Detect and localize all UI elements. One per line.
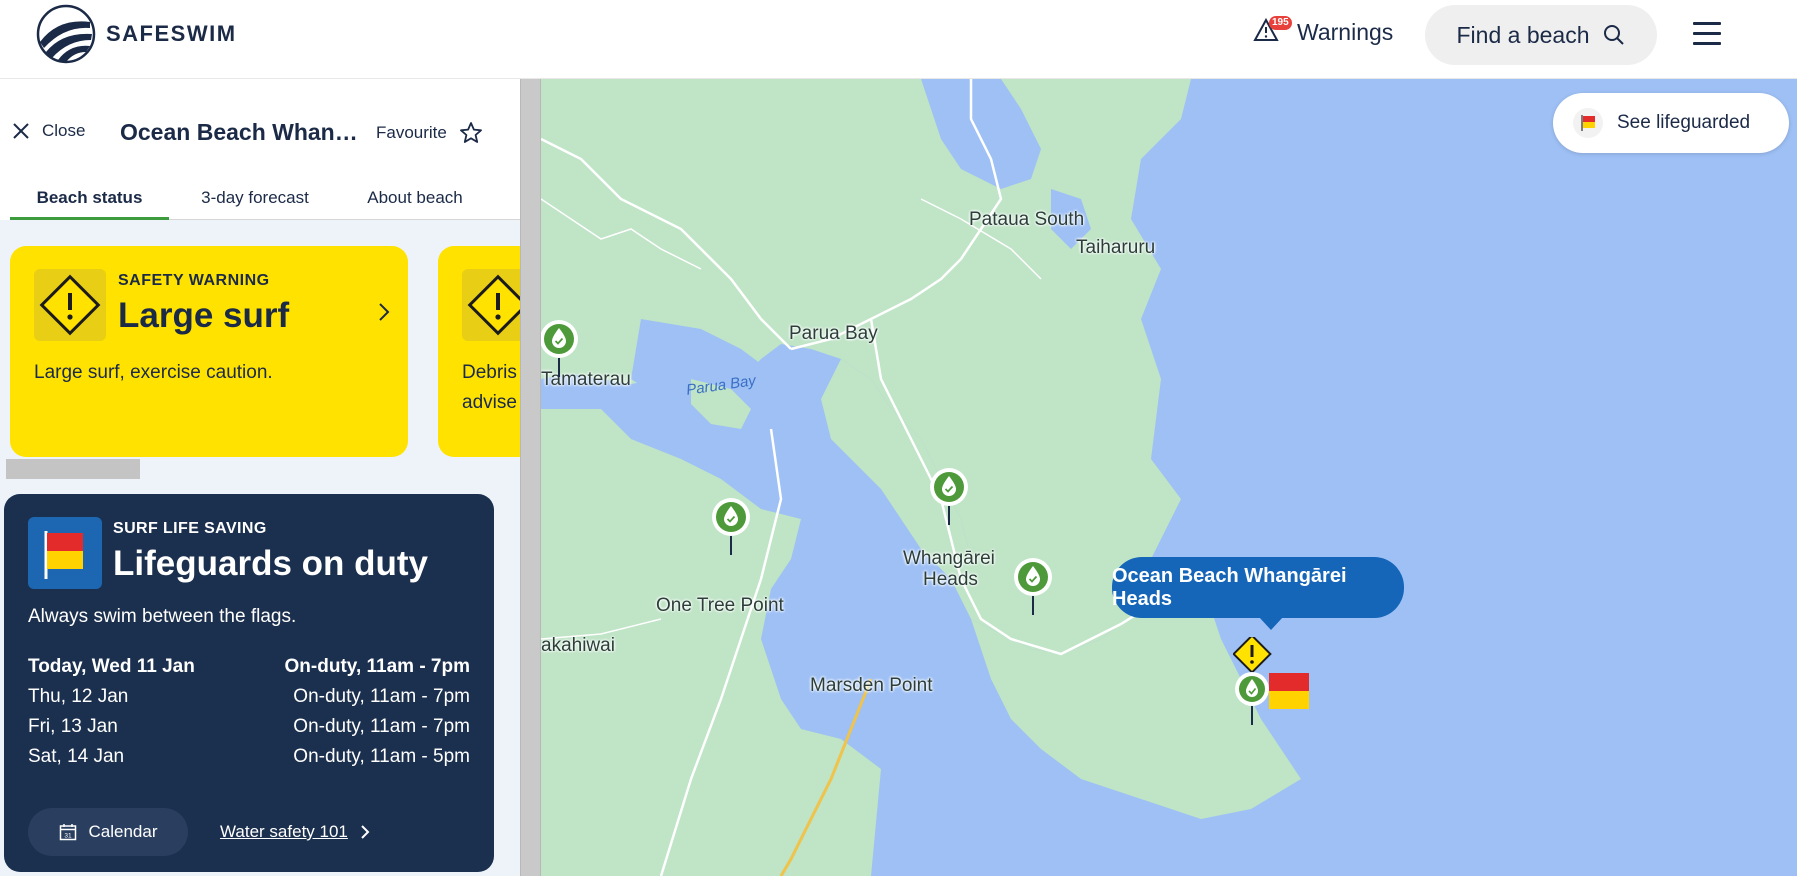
warnings-label: Warnings	[1297, 18, 1394, 45]
warning-diamond-icon	[462, 269, 520, 341]
find-beach-button[interactable]: Find a beach	[1425, 5, 1657, 65]
schedule-day: Thu, 12 Jan	[28, 686, 129, 707]
schedule-day: Today, Wed 11 Jan	[28, 656, 195, 677]
warning-diamond-icon	[34, 269, 106, 341]
warning-description: Debris advise	[462, 362, 517, 413]
schedule-status: On-duty, 11am - 7pm	[284, 656, 470, 677]
close-icon	[13, 123, 29, 139]
warning-description: Large surf, exercise caution.	[34, 362, 273, 383]
lifesaving-headline: Lifeguards on duty	[113, 544, 428, 583]
horizontal-scrollbar[interactable]	[6, 459, 140, 479]
warning-headline: Large surf	[118, 296, 290, 335]
warnings-button[interactable]: 195 Warnings	[1253, 16, 1394, 46]
calendar-button[interactable]: 31 Calendar	[28, 808, 188, 856]
safeswim-logo-icon	[36, 4, 96, 64]
lifesaving-kicker: SURF LIFE SAVING	[113, 520, 267, 537]
logo-text: SAFESWIM	[106, 21, 237, 46]
beach-title: Ocean Beach Whangārei Heads	[120, 119, 360, 145]
calendar-icon: 31	[59, 824, 76, 841]
lifeguard-flag-icon	[1573, 108, 1603, 138]
schedule-row: Fri, 13 Jan On-duty, 11am - 7pm	[28, 716, 470, 746]
place-label: Pataua South	[969, 209, 1085, 230]
close-button[interactable]: Close	[12, 121, 85, 141]
see-lifeguarded-label: See lifeguarded	[1617, 112, 1751, 133]
place-label: Taiharuru	[1076, 237, 1156, 258]
schedule-status: On-duty, 11am - 7pm	[293, 716, 470, 737]
beach-pin-icon[interactable]	[541, 319, 581, 379]
calendar-label: Calendar	[88, 822, 158, 841]
water-safety-label: Water safety 101	[220, 822, 348, 841]
favourite-button[interactable]: Favourite	[376, 121, 483, 145]
site-header: SAFESWIM 195 Warnings Find a beach	[0, 0, 1797, 79]
safety-warning-card[interactable]: SAFETY WARNING Large surf Large surf, ex…	[10, 246, 408, 457]
beach-pin-icon[interactable]	[1011, 557, 1055, 617]
beach-detail-panel: Close Ocean Beach Whangārei Heads Favour…	[0, 79, 520, 876]
chevron-right-icon	[379, 303, 390, 321]
tab-about-beach[interactable]: About beach	[340, 174, 490, 220]
place-label: One Tree Point	[656, 595, 784, 616]
map-base	[541, 79, 1301, 876]
lifesaving-subtext: Always swim between the flags.	[28, 606, 297, 627]
lifeguards-card: SURF LIFE SAVING Lifeguards on duty Alwa…	[4, 494, 494, 872]
lifeguard-flag-icon	[28, 517, 102, 589]
star-icon	[459, 122, 482, 143]
schedule-status: On-duty, 11am - 5pm	[293, 746, 470, 767]
map-view[interactable]: Parua Bay Pataua South Taiharuru Parua B…	[541, 79, 1797, 876]
favourite-label: Favourite	[376, 123, 447, 142]
find-beach-label: Find a beach	[1456, 21, 1590, 48]
calendar-icon-text: 31	[64, 833, 72, 840]
lifeguard-schedule: Today, Wed 11 Jan On-duty, 11am - 7pm Th…	[28, 656, 470, 776]
schedule-row: Thu, 12 Jan On-duty, 11am - 7pm	[28, 686, 470, 716]
beach-pin-icon[interactable]	[709, 497, 753, 557]
schedule-day: Sat, 14 Jan	[28, 746, 125, 767]
search-icon	[1604, 25, 1625, 45]
see-lifeguarded-button[interactable]: See lifeguarded	[1553, 93, 1789, 153]
close-label: Close	[42, 121, 86, 140]
panel-resize-handle[interactable]	[520, 79, 541, 876]
place-label: Whangārei	[903, 548, 995, 569]
panel-header: Close Ocean Beach Whangārei Heads Favour…	[0, 79, 520, 220]
schedule-status: On-duty, 11am - 7pm	[293, 686, 470, 707]
place-label: Heads	[923, 569, 978, 590]
selected-beach-marker-icon[interactable]	[1233, 637, 1313, 733]
water-safety-link[interactable]: Water safety 101	[220, 822, 370, 842]
callout-pointer	[1259, 617, 1283, 630]
place-label: akahiwai	[541, 635, 615, 656]
debris-warning-card[interactable]: Debris advise	[438, 246, 520, 457]
warning-kicker: SAFETY WARNING	[118, 272, 270, 289]
warnings-count-badge: 195	[1269, 16, 1292, 30]
schedule-row: Sat, 14 Jan On-duty, 11am - 5pm	[28, 746, 470, 776]
chevron-right-icon	[361, 825, 370, 839]
tab-3-day-forecast[interactable]: 3-day forecast	[180, 174, 330, 220]
beach-pin-icon[interactable]	[927, 467, 971, 527]
place-label: Marsden Point	[810, 675, 933, 696]
warning-triangle-icon: 195	[1253, 16, 1292, 46]
safeswim-logo[interactable]: SAFESWIM	[36, 4, 237, 64]
schedule-row: Today, Wed 11 Jan On-duty, 11am - 7pm	[28, 656, 470, 686]
selected-beach-callout[interactable]: Ocean Beach Whangārei Heads	[1112, 557, 1404, 618]
menu-icon[interactable]	[1693, 22, 1721, 46]
schedule-day: Fri, 13 Jan	[28, 716, 118, 737]
place-label: Parua Bay	[789, 323, 878, 344]
panel-tabs: Beach status 3-day forecast About beach	[10, 174, 520, 220]
tab-beach-status[interactable]: Beach status	[10, 174, 169, 220]
